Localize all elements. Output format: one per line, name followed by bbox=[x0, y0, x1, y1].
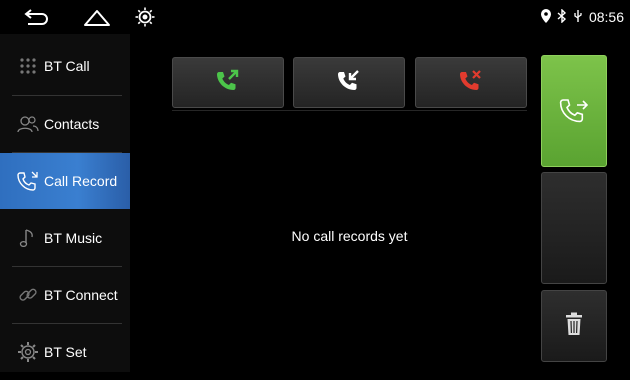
filter-missed-calls-button[interactable] bbox=[415, 57, 527, 108]
dialpad-icon bbox=[14, 52, 42, 80]
incoming-call-icon bbox=[336, 68, 362, 97]
bluetooth-icon bbox=[557, 9, 567, 26]
sidebar-item-label: BT Music bbox=[44, 230, 102, 246]
trash-icon bbox=[564, 312, 584, 341]
sidebar-item-label: Contacts bbox=[44, 116, 99, 132]
sidebar-item-label: BT Call bbox=[44, 58, 90, 74]
outgoing-call-icon bbox=[215, 68, 241, 97]
filter-incoming-calls-button[interactable] bbox=[293, 57, 405, 108]
home-icon[interactable] bbox=[80, 0, 114, 34]
location-icon bbox=[541, 9, 551, 26]
sidebar-item-label: BT Connect bbox=[44, 287, 118, 303]
blank-action-button[interactable] bbox=[541, 172, 607, 284]
missed-call-icon bbox=[458, 68, 484, 97]
sidebar-item-contacts[interactable]: Contacts bbox=[0, 96, 130, 152]
music-icon bbox=[14, 224, 42, 252]
sidebar-item-bt-call[interactable]: BT Call bbox=[0, 38, 130, 94]
divider bbox=[172, 110, 527, 111]
sidebar-item-label: BT Set bbox=[44, 344, 87, 360]
sidebar: BT Call Contacts Call Record BT Music BT… bbox=[0, 34, 130, 372]
sidebar-item-bt-music[interactable]: BT Music bbox=[0, 210, 130, 266]
settings-icon bbox=[14, 338, 42, 366]
sidebar-item-call-record[interactable]: Call Record bbox=[0, 153, 130, 209]
contacts-icon bbox=[14, 110, 42, 138]
usb-icon bbox=[573, 9, 583, 26]
filter-outgoing-calls-button[interactable] bbox=[172, 57, 284, 108]
call-record-icon bbox=[14, 167, 42, 195]
delete-button[interactable] bbox=[541, 290, 607, 362]
empty-state-message: No call records yet bbox=[172, 228, 527, 244]
link-icon bbox=[14, 281, 42, 309]
back-icon[interactable] bbox=[20, 0, 54, 34]
status-bar: 08:56 bbox=[0, 0, 630, 34]
brightness-icon[interactable] bbox=[134, 0, 156, 34]
sidebar-item-bt-connect[interactable]: BT Connect bbox=[0, 267, 130, 323]
dial-call-icon bbox=[558, 95, 590, 128]
sidebar-item-label: Call Record bbox=[44, 173, 117, 189]
clock: 08:56 bbox=[589, 9, 624, 25]
dial-button[interactable] bbox=[541, 55, 607, 167]
